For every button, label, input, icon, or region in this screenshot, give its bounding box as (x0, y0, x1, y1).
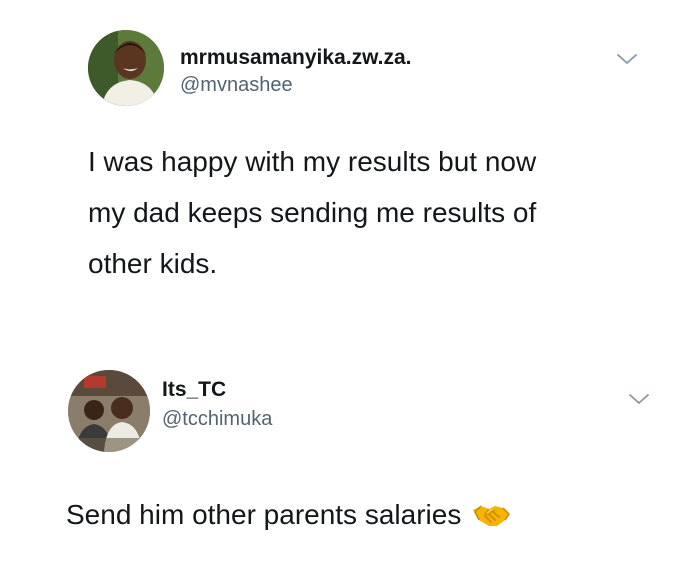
handshake-icon (473, 504, 511, 526)
avatar[interactable] (68, 370, 150, 452)
tweet-reply[interactable]: Its_TC @tcchimuka Send him other parents… (0, 360, 700, 576)
user-handle[interactable]: @mvnashee (180, 74, 293, 97)
tweet-original[interactable]: mrmusamanyika.zw.za. @mvnashee I was hap… (0, 0, 700, 330)
tweet-text-line: I was happy with my results but now (88, 146, 537, 177)
display-name[interactable]: Its_TC (162, 378, 226, 402)
avatar-photo (88, 30, 164, 106)
tweet-text-line: other kids. (88, 248, 218, 279)
tweet-text-content: Send him other parents salaries (66, 499, 462, 530)
chevron-down-icon[interactable] (616, 52, 638, 66)
avatar[interactable] (88, 30, 164, 106)
tweet-text: Send him other parents salaries (66, 489, 511, 540)
chevron-down-icon[interactable] (628, 392, 650, 406)
tweet-text: I was happy with my results but now my d… (88, 136, 536, 289)
tweet-thread: mrmusamanyika.zw.za. @mvnashee I was hap… (0, 0, 700, 576)
tweet-text-line: my dad keeps sending me results of (88, 197, 537, 228)
user-handle[interactable]: @tcchimuka (162, 408, 272, 431)
display-name[interactable]: mrmusamanyika.zw.za. (180, 46, 412, 70)
avatar-photo (68, 370, 150, 452)
